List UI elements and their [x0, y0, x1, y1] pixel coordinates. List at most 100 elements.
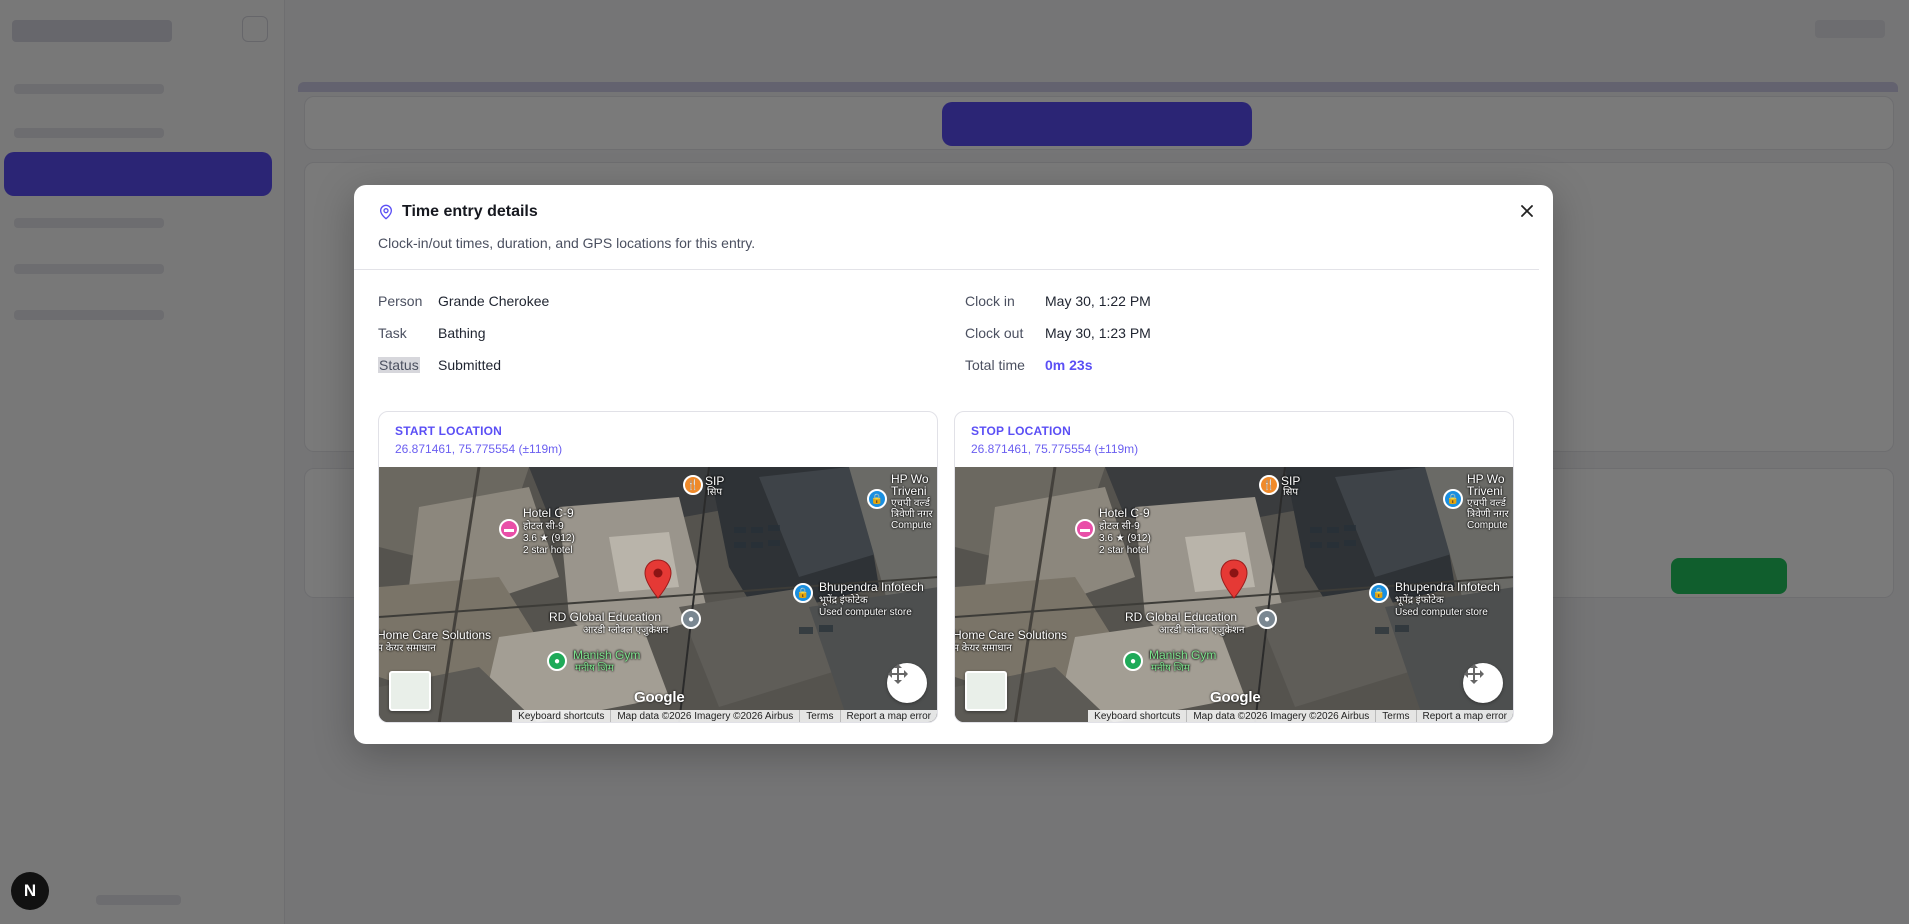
fullscreen-icon	[1464, 664, 1484, 684]
report-map-error-link[interactable]: Report a map error	[839, 710, 937, 722]
poi-label: Manish Gym	[1149, 648, 1217, 662]
status-label: Status	[378, 357, 420, 373]
map-type-button[interactable]	[389, 671, 431, 711]
status-row: Status Submitted	[378, 357, 501, 373]
person-value: Grande Cherokee	[438, 293, 550, 309]
hotel-poi-icon[interactable]: ▬	[1075, 519, 1095, 539]
location-marker-icon[interactable]	[643, 559, 673, 599]
total-time-value: 0m 23s	[1045, 357, 1093, 373]
shop-poi-icon[interactable]: 🔒	[867, 489, 887, 509]
poi-label: आरडी ग्लोबल एजुकेशन	[1159, 625, 1245, 636]
map-pin-icon	[380, 204, 392, 220]
app-logo-button[interactable]: N	[11, 872, 49, 910]
total-time-label: Total time	[965, 357, 1025, 373]
poi-label: Bhupendra Infotech	[1395, 580, 1500, 594]
report-map-error-link[interactable]: Report a map error	[1415, 710, 1513, 722]
person-row: Person Grande Cherokee	[378, 293, 549, 309]
poi-label: 3.6 ★ (912)	[1099, 533, 1151, 544]
clock-in-row: Clock in May 30, 1:22 PM	[965, 293, 1151, 309]
gym-poi-icon[interactable]: ●	[547, 651, 567, 671]
stop-location-map[interactable]: 🍴 SIP सिप ▬ Hotel C-9 होटल सी-9 3.6 ★ (9…	[955, 467, 1513, 722]
poi-label: RD Global Education	[1125, 610, 1238, 624]
start-location-title: START LOCATION	[395, 424, 503, 438]
stop-location-card: STOP LOCATION 26.871461, 75.775554 (±119…	[954, 411, 1514, 723]
poi-label: त्रिवेणी नगर	[1467, 509, 1509, 520]
poi-label: SIP	[1281, 474, 1301, 488]
start-location-card: START LOCATION 26.871461, 75.775554 (±11…	[378, 411, 938, 723]
poi-label: मनीष जिम	[575, 663, 614, 674]
poi-label: होटल सी-9	[1099, 521, 1140, 532]
keyboard-shortcuts-link[interactable]: Keyboard shortcuts	[512, 710, 610, 722]
gym-poi-icon[interactable]: ●	[1123, 651, 1143, 671]
education-poi-icon[interactable]: ●	[1257, 609, 1277, 629]
terms-link[interactable]: Terms	[1375, 710, 1415, 722]
fullscreen-button[interactable]	[887, 663, 927, 703]
poi-label: Home Care Solutions	[955, 628, 1068, 642]
poi-label: Bhupendra Infotech	[819, 580, 924, 594]
poi-label: एचपी वर्ल्ड	[1467, 498, 1506, 509]
map-data-credit: Map data ©2026 Imagery ©2026 Airbus	[610, 710, 799, 722]
restaurant-poi-icon[interactable]: 🍴	[1259, 475, 1279, 495]
map-type-button[interactable]	[965, 671, 1007, 711]
poi-label: Compute	[1467, 520, 1508, 531]
map-attribution: Keyboard shortcuts Map data ©2026 Imager…	[512, 710, 937, 722]
poi-label: भूपेंद्र इंफोटेक	[819, 595, 868, 606]
start-location-map[interactable]: 🍴 SIP सिप ▬ Hotel C-9 होटल सी-9 3.6 ★ (9…	[379, 467, 937, 722]
terms-link[interactable]: Terms	[799, 710, 839, 722]
dialog-header: Time entry details Clock-in/out times, d…	[354, 185, 1553, 270]
person-label: Person	[378, 293, 423, 309]
fullscreen-icon	[888, 664, 908, 684]
dialog-title: Time entry details	[402, 203, 538, 220]
task-row: Task Bathing	[378, 325, 485, 341]
shop-poi-icon[interactable]: 🔒	[1443, 489, 1463, 509]
poi-label: 3.6 ★ (912)	[523, 533, 575, 544]
fullscreen-button[interactable]	[1463, 663, 1503, 703]
poi-label: Triveni	[891, 484, 927, 498]
clock-out-row: Clock out May 30, 1:23 PM	[965, 325, 1151, 341]
stop-location-title: STOP LOCATION	[971, 424, 1071, 438]
poi-label: मनीष जिम	[1151, 663, 1190, 674]
poi-label: सिप	[707, 487, 723, 498]
task-value: Bathing	[438, 325, 486, 341]
poi-label: एचपी वर्ल्ड	[891, 498, 930, 509]
poi-label: म केयर समाधान	[955, 643, 1012, 654]
poi-label: भूपेंद्र इंफोटेक	[1395, 595, 1444, 606]
location-marker-icon[interactable]	[1219, 559, 1249, 599]
poi-label: Used computer store	[1395, 607, 1488, 618]
poi-label: होटल सी-9	[523, 521, 564, 532]
google-logo: Google	[1210, 689, 1261, 706]
hotel-poi-icon[interactable]: ▬	[499, 519, 519, 539]
clock-in-label: Clock in	[965, 293, 1015, 309]
poi-label: Hotel C-9	[523, 506, 574, 520]
poi-label: 2 star hotel	[1099, 545, 1149, 556]
computer-store-poi-icon[interactable]: 🔒	[1369, 583, 1389, 603]
task-label: Task	[378, 325, 407, 341]
clock-out-value: May 30, 1:23 PM	[1045, 325, 1151, 341]
poi-label: सिप	[1283, 487, 1299, 498]
clock-in-value: May 30, 1:22 PM	[1045, 293, 1151, 309]
poi-label: Hotel C-9	[1099, 506, 1150, 520]
poi-label: Triveni	[1467, 484, 1503, 498]
map-data-credit: Map data ©2026 Imagery ©2026 Airbus	[1186, 710, 1375, 722]
close-button[interactable]	[1515, 199, 1539, 223]
computer-store-poi-icon[interactable]: 🔒	[793, 583, 813, 603]
poi-label: म केयर समाधान	[379, 643, 436, 654]
poi-label: Home Care Solutions	[379, 628, 492, 642]
poi-label: त्रिवेणी नगर	[891, 509, 933, 520]
stop-location-coords: 26.871461, 75.775554 (±119m)	[971, 442, 1139, 456]
google-logo: Google	[634, 689, 685, 706]
poi-label: आरडी ग्लोबल एजुकेशन	[583, 625, 669, 636]
clock-out-label: Clock out	[965, 325, 1024, 341]
poi-label: RD Global Education	[549, 610, 662, 624]
start-location-coords: 26.871461, 75.775554 (±119m)	[395, 442, 563, 456]
poi-label: Manish Gym	[573, 648, 641, 662]
time-entry-dialog: Time entry details Clock-in/out times, d…	[354, 185, 1553, 744]
poi-label: Used computer store	[819, 607, 912, 618]
education-poi-icon[interactable]: ●	[681, 609, 701, 629]
poi-label: SIP	[705, 474, 725, 488]
status-value: Submitted	[438, 357, 502, 373]
keyboard-shortcuts-link[interactable]: Keyboard shortcuts	[1088, 710, 1186, 722]
restaurant-poi-icon[interactable]: 🍴	[683, 475, 703, 495]
total-time-row: Total time 0m 23s	[965, 357, 1092, 373]
poi-label: 2 star hotel	[523, 545, 573, 556]
